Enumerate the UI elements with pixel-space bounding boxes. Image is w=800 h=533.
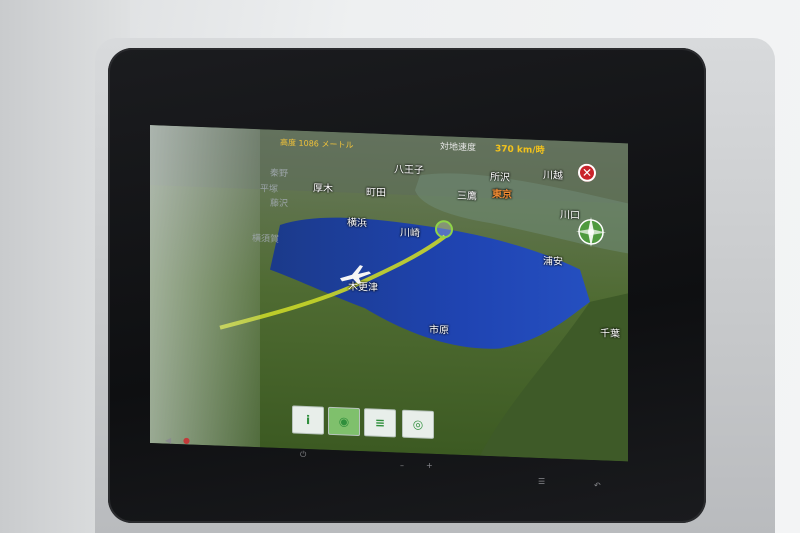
city-label-tokorozawa: 所沢 — [490, 172, 510, 184]
attendant-call-icon[interactable]: ● — [183, 436, 190, 445]
city-label-mitaka: 三鷹 — [457, 190, 477, 203]
city-label-machida: 町田 — [366, 187, 386, 200]
volume-down-button[interactable]: – — [400, 461, 404, 470]
list-icon: ≡ — [374, 415, 386, 431]
city-label-kawasaki: 川崎 — [400, 227, 420, 240]
ground-speed-value: 370 km/時 — [495, 144, 545, 157]
close-icon[interactable]: ✕ — [578, 163, 596, 183]
screen-glare — [150, 125, 260, 448]
back-button[interactable]: ↶ — [594, 481, 601, 490]
city-label-atsugi: 厚木 — [313, 183, 333, 196]
city-label-chiba: 千葉 — [600, 328, 620, 341]
map-toolbar: i ◉ ≡ ◎ — [292, 405, 438, 443]
destination-marker — [435, 219, 453, 239]
map-view-button[interactable]: ◉ — [328, 406, 360, 437]
city-label-yokosuka: 横須賀 — [252, 233, 280, 245]
mute-button[interactable]: ◀ — [165, 436, 171, 445]
checklist-button[interactable]: ≡ — [364, 408, 396, 438]
volume-up-button[interactable]: + — [426, 461, 433, 470]
city-label-hadano: 秦野 — [270, 168, 289, 180]
city-label-ichihara: 市原 — [429, 324, 449, 337]
city-label-hiratsuka: 平塚 — [260, 184, 279, 195]
power-button[interactable]: ⏻ — [300, 450, 306, 460]
eye-icon: ◉ — [338, 414, 350, 429]
compass-icon[interactable] — [573, 213, 609, 250]
info-icon: i — [305, 412, 311, 428]
city-label-tokyo: 東京 — [492, 189, 512, 201]
flight-map-screen[interactable]: 高度 1086 メートル 対地速度 370 km/時 八王子 所沢 川越 秦野 … — [150, 125, 628, 462]
view-mode-button[interactable]: ◎ — [402, 409, 434, 439]
city-label-yokohama: 横浜 — [347, 217, 367, 230]
city-label-urayasu: 浦安 — [543, 256, 563, 268]
view-icon: ◎ — [412, 417, 424, 432]
menu-button[interactable]: ☰ — [538, 477, 545, 486]
city-label-kawagoe: 川越 — [543, 170, 563, 182]
ground-speed-label: 対地速度 — [440, 142, 477, 154]
info-button[interactable]: i — [292, 405, 324, 435]
city-label-fujisawa: 藤沢 — [270, 198, 289, 210]
city-label-hachioji: 八王子 — [394, 164, 424, 177]
airplane-icon — [340, 265, 371, 284]
